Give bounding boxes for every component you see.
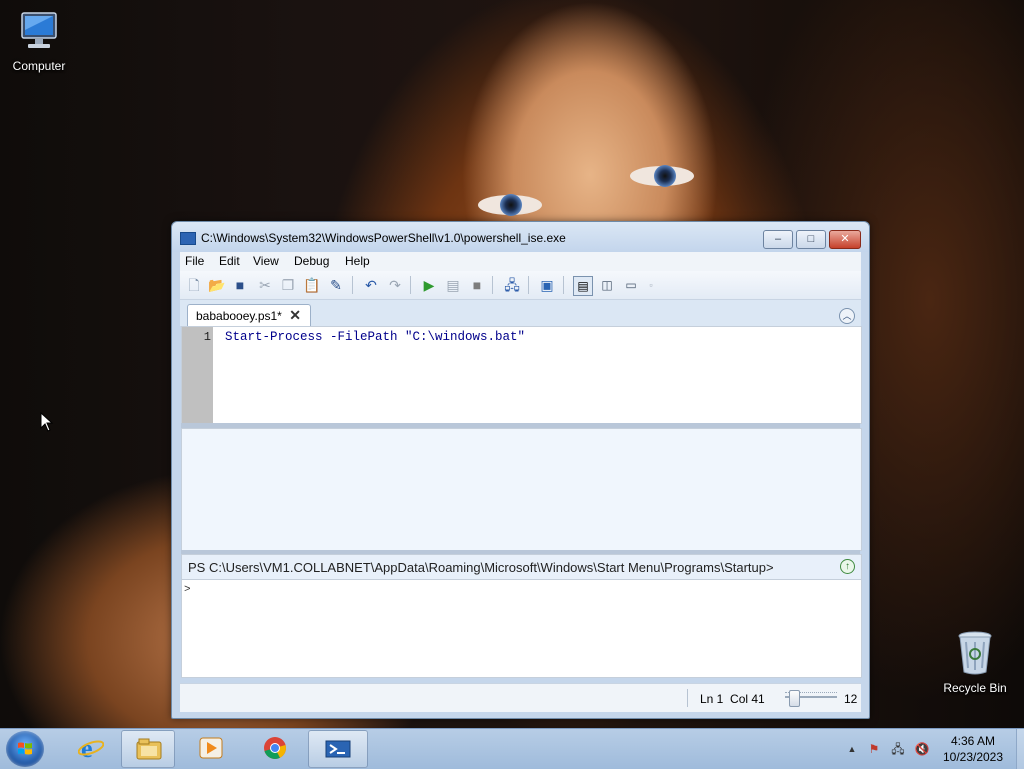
script-tab-strip: bababooey.ps1* ✕ ︿	[180, 300, 861, 327]
menu-help[interactable]: Help	[345, 254, 370, 268]
window-title: C:\Windows\System32\WindowsPowerShell\v1…	[201, 231, 566, 245]
close-button[interactable]: ✕	[829, 230, 861, 249]
script-editor[interactable]: 1 Start-Process -FilePath "C:\windows.ba…	[181, 326, 862, 424]
collapse-script-pane-icon[interactable]: ︿	[839, 308, 855, 324]
powershell-ise-icon	[180, 232, 196, 245]
taskbar-chrome[interactable]	[248, 730, 300, 766]
run-selection-icon[interactable]: ▤	[444, 276, 462, 294]
save-icon[interactable]: ■	[231, 276, 249, 294]
wallpaper-eye-right	[630, 165, 694, 187]
remote-tab-icon[interactable]: 🖧	[503, 276, 521, 294]
clock[interactable]: 4:36 AM 10/23/2023	[938, 733, 1008, 765]
output-pane[interactable]	[181, 428, 862, 551]
show-desktop-button[interactable]	[1016, 729, 1024, 769]
toolbar-separator	[528, 276, 529, 294]
toolbar-separator	[352, 276, 353, 294]
open-icon[interactable]: 📂	[208, 276, 226, 294]
folder-icon	[136, 738, 162, 760]
undo-icon[interactable]: ↶	[362, 276, 380, 294]
clear-icon[interactable]: ✎	[327, 276, 345, 294]
script-code-line[interactable]: Start-Process -FilePath "C:\windows.bat"	[225, 330, 525, 344]
clock-date: 10/23/2023	[942, 750, 1004, 764]
chrome-icon	[264, 737, 286, 759]
menu-bar: File Edit View Debug Help	[180, 252, 861, 271]
prompt-path: PS C:\Users\VM1.COLLABNET\AppData\Roamin…	[188, 560, 774, 575]
line-number-gutter: 1	[182, 327, 213, 423]
powershell-console-icon[interactable]: ▣	[538, 276, 556, 294]
menu-debug[interactable]: Debug	[294, 254, 329, 268]
layout-max-icon[interactable]: ▭	[622, 276, 640, 294]
zoom-icon[interactable]: ▫	[642, 276, 660, 294]
cut-icon[interactable]: ✂	[256, 276, 274, 294]
computer-icon	[21, 12, 57, 48]
clock-time: 4:36 AM	[950, 734, 996, 748]
redo-icon[interactable]: ↷	[386, 276, 404, 294]
desktop-icon-computer[interactable]: Computer	[1, 10, 77, 73]
windows-logo-icon	[18, 742, 32, 755]
cursor-position: Ln 1 Col 41	[700, 692, 765, 706]
volume-muted-icon[interactable]: 🔇	[914, 742, 930, 756]
show-hidden-icons-icon[interactable]: ▲	[844, 742, 860, 756]
expand-command-pane-icon[interactable]: ↑	[840, 559, 855, 574]
zoom-slider-thumb[interactable]	[789, 690, 800, 707]
line-number: 1	[203, 330, 211, 344]
taskbar-file-explorer[interactable]	[121, 730, 175, 768]
taskbar-media-player[interactable]	[184, 730, 236, 766]
taskbar: e ▲ ⚑ 🖧 �	[0, 728, 1024, 769]
toolbar-separator	[492, 276, 493, 294]
toolbar: 🗋 📂 ■ ✂ ❐ 📋 ✎ ↶ ↷ ▶ ▤ ■ 🖧 ▣ ▤ ◫ ▭ ▫	[180, 271, 861, 300]
mouse-cursor-icon	[40, 412, 54, 432]
script-tab-label: bababooey.ps1*	[196, 309, 282, 323]
powershell-ise-window[interactable]: C:\Windows\System32\WindowsPowerShell\v1…	[171, 221, 870, 719]
wallpaper-eye-left	[478, 194, 542, 216]
command-pane[interactable]: >	[181, 579, 862, 678]
recycle-bin-icon	[958, 631, 992, 675]
media-player-icon	[199, 737, 223, 759]
menu-file[interactable]: File	[185, 254, 204, 268]
window-titlebar[interactable]: C:\Windows\System32\WindowsPowerShell\v1…	[172, 222, 869, 252]
system-tray: ▲ ⚑ 🖧 🔇 4:36 AM 10/23/2023	[840, 729, 1024, 769]
start-button[interactable]	[6, 731, 44, 767]
script-tab[interactable]: bababooey.ps1* ✕	[187, 304, 311, 327]
action-center-flag-icon[interactable]: ⚑	[866, 742, 882, 756]
zoom-value: 12	[844, 692, 858, 706]
menu-view[interactable]: View	[253, 254, 279, 268]
powershell-ise-icon	[325, 740, 351, 758]
minimize-button[interactable]: –	[763, 230, 793, 249]
svg-text:e: e	[81, 736, 93, 760]
maximize-button[interactable]: □	[796, 230, 826, 249]
network-icon[interactable]: 🖧	[890, 742, 906, 756]
run-icon[interactable]: ▶	[420, 276, 438, 294]
internet-explorer-icon: e	[78, 736, 104, 760]
tab-close-icon[interactable]: ✕	[289, 307, 301, 324]
command-prompt: >	[184, 584, 191, 596]
toolbar-separator	[563, 276, 564, 294]
layout-top-icon[interactable]: ▤	[573, 276, 593, 296]
copy-icon[interactable]: ❐	[279, 276, 297, 294]
desktop-icon-recycle-bin[interactable]: Recycle Bin	[937, 630, 1013, 695]
taskbar-powershell-ise[interactable]	[308, 730, 368, 768]
layout-right-icon[interactable]: ◫	[598, 276, 616, 294]
menu-edit[interactable]: Edit	[219, 254, 240, 268]
desktop-icon-label: Computer	[12, 59, 66, 73]
status-bar: Ln 1 Col 41 12	[180, 683, 861, 712]
status-separator	[687, 689, 688, 707]
stop-icon[interactable]: ■	[468, 276, 486, 294]
toolbar-separator	[410, 276, 411, 294]
prompt-bar: PS C:\Users\VM1.COLLABNET\AppData\Roamin…	[181, 554, 862, 580]
new-icon[interactable]: 🗋	[185, 276, 203, 294]
paste-icon[interactable]: 📋	[303, 276, 321, 294]
desktop-icon-label: Recycle Bin	[943, 681, 1007, 695]
taskbar-internet-explorer[interactable]: e	[64, 730, 116, 766]
